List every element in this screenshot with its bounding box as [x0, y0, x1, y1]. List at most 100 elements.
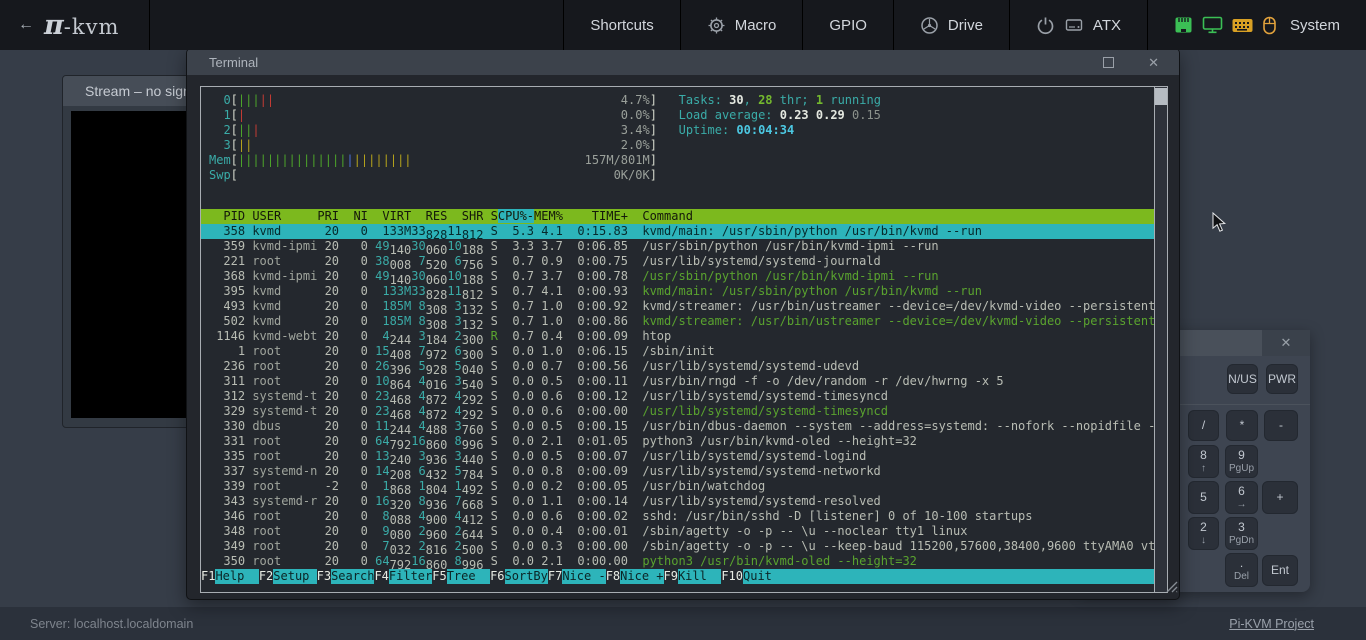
cell-user: root — [245, 479, 317, 494]
process-row[interactable]: 348root200908029602644S0.00.40:00.01/sbi… — [201, 524, 1154, 539]
numpad-key-enter[interactable]: Ent — [1262, 555, 1298, 586]
process-row[interactable]: 358kvmd200133M3382811812S5.34.10:15.83kv… — [201, 224, 1154, 239]
terminal-scrollbar[interactable] — [1154, 87, 1167, 592]
project-link[interactable]: Pi-KVM Project — [1229, 617, 1314, 631]
htop-function-bar: F1Help F2Setup F3SearchF4FilterF5Tree F6… — [201, 569, 1154, 584]
fkey-label[interactable]: SortBy — [505, 569, 548, 584]
process-row[interactable]: 236root2002639659285040S0.00.70:00.56/us… — [201, 359, 1154, 374]
cell-mem: 0.3 — [534, 539, 563, 554]
process-row[interactable]: 312systemd-t2002346848724292S0.00.60:00.… — [201, 389, 1154, 404]
col-time[interactable]: TIME+ — [563, 209, 628, 224]
col-mem[interactable]: MEM% — [534, 209, 563, 224]
col-pid[interactable]: PID — [209, 209, 245, 224]
nav-item-system[interactable]: System — [1147, 0, 1366, 50]
process-row[interactable]: 349root200703228162500S0.00.30:00.00/sbi… — [201, 539, 1154, 554]
fkey-label[interactable]: Nice + — [620, 569, 663, 584]
process-row[interactable]: 311root2001086440163540S0.00.50:00.11/us… — [201, 374, 1154, 389]
fkey-key[interactable]: F10 — [721, 569, 743, 584]
fkey-label[interactable]: Nice - — [562, 569, 605, 584]
numpad-key-minus[interactable]: - — [1264, 410, 1298, 441]
fkey-key[interactable]: F5 — [432, 569, 446, 584]
fkey-key[interactable]: F4 — [374, 569, 388, 584]
nav-item-macro[interactable]: Macro — [680, 0, 803, 50]
numpad-key-9[interactable]: 9PgUp — [1225, 445, 1258, 478]
cell-virt: 64792 — [368, 434, 411, 449]
numpad-key-5[interactable]: 5 — [1188, 481, 1219, 514]
process-row[interactable]: 1root2001540879726300S0.01.00:06.15/sbin… — [201, 344, 1154, 359]
back-arrow-icon[interactable]: ← — [18, 16, 34, 34]
fkey-label[interactable]: Search — [331, 569, 374, 584]
process-row[interactable]: 330dbus2001124444883760S0.00.50:00.15/us… — [201, 419, 1154, 434]
cell-status: S — [483, 419, 497, 434]
close-icon[interactable]: ✕ — [1262, 330, 1310, 356]
numpad-key-del[interactable]: .Del — [1225, 553, 1258, 587]
cpu-mem-meter: Swp[0K/0K] — [209, 168, 657, 183]
cpu-mem-meter: 0[|||||4.7%] — [209, 93, 657, 108]
numpad-key-8[interactable]: 8↑ — [1188, 445, 1219, 478]
cell-command: python3 /usr/bin/kvmd-oled --height=32 — [628, 554, 1154, 569]
process-row[interactable]: 335root2001324039363440S0.00.50:00.07/us… — [201, 449, 1154, 464]
numpad-key-power[interactable]: PWR — [1266, 364, 1298, 394]
fkey-label[interactable]: Kill — [678, 569, 721, 584]
fkey-label[interactable]: Filter — [389, 569, 432, 584]
process-row[interactable]: 331root20064792168608996S0.02.10:01.05py… — [201, 434, 1154, 449]
nav-item-gpio[interactable]: GPIO — [802, 0, 893, 50]
col-pri[interactable]: PRI — [317, 209, 339, 224]
col-virt[interactable]: VIRT — [368, 209, 411, 224]
fkey-label[interactable]: Help — [215, 569, 258, 584]
process-row[interactable]: 368kvmd-ipmi200491403006010188S0.73.70:0… — [201, 269, 1154, 284]
nav-item-drive[interactable]: Drive — [893, 0, 1009, 50]
process-row[interactable]: 1146kvmd-webt200424431842300R0.70.40:00.… — [201, 329, 1154, 344]
meter-bar: | — [375, 153, 382, 167]
table-header-row[interactable]: PIDUSERPRINIVIRTRESSHRSCPU%-MEM%TIME+Com… — [201, 209, 1154, 224]
nav-item-shortcuts[interactable]: Shortcuts — [563, 0, 679, 50]
cell-cpu: 0.0 — [498, 524, 534, 539]
fkey-key[interactable]: F7 — [548, 569, 562, 584]
process-row[interactable]: 493kvmd200185M83083132S0.71.00:00.92kvmd… — [201, 299, 1154, 314]
process-row[interactable]: 359kvmd-ipmi200491403006010188S3.33.70:0… — [201, 239, 1154, 254]
fkey-key[interactable]: F2 — [259, 569, 273, 584]
fkey-key[interactable]: F1 — [201, 569, 215, 584]
col-ni[interactable]: NI — [339, 209, 368, 224]
close-icon[interactable]: ✕ — [1148, 57, 1159, 68]
col-shr[interactable]: SHR — [447, 209, 483, 224]
fkey-key[interactable]: F6 — [490, 569, 504, 584]
resize-grip-icon[interactable] — [1165, 580, 1178, 598]
col-cmd[interactable]: Command — [628, 209, 1154, 224]
terminal-window-header[interactable]: Terminal ✕ — [187, 49, 1179, 75]
fkey-key[interactable]: F9 — [664, 569, 678, 584]
pikvm-screen: { "navbar": { "back_arrow": "←", "logo":… — [0, 0, 1366, 640]
process-row[interactable]: 339root-20186818041492S0.00.20:00.05/usr… — [201, 479, 1154, 494]
nav-item-atx[interactable]: ATX — [1009, 0, 1147, 50]
col-res[interactable]: RES — [411, 209, 447, 224]
col-s[interactable]: S — [483, 209, 497, 224]
numpad-key-6[interactable]: 6→ — [1225, 481, 1258, 514]
process-row[interactable]: 337systemd-n2001420864325784S0.00.80:00.… — [201, 464, 1154, 479]
numpad-key-slash[interactable]: / — [1188, 410, 1219, 441]
logo-area[interactable]: ← π-kvm — [0, 0, 150, 50]
process-row[interactable]: 350root20064792168608996S0.02.10:00.00py… — [201, 554, 1154, 569]
fkey-label[interactable]: Quit — [743, 569, 786, 584]
numpad-key-star[interactable]: * — [1226, 410, 1258, 441]
process-row[interactable]: 329systemd-t2002346848724292S0.00.60:00.… — [201, 404, 1154, 419]
cell-status: S — [483, 254, 497, 269]
cell-pid: 335 — [209, 449, 245, 464]
scrollbar-thumb[interactable] — [1155, 88, 1167, 105]
numpad-key-2[interactable]: 2↓ — [1188, 517, 1219, 550]
numpad-key-numlock[interactable]: N/US — [1227, 364, 1258, 394]
process-row[interactable]: 221root2003800875206756S0.70.90:00.75/us… — [201, 254, 1154, 269]
maximize-icon[interactable] — [1103, 57, 1114, 68]
numpad-key-3[interactable]: 3PgDn — [1225, 517, 1258, 550]
fkey-key[interactable]: F3 — [317, 569, 331, 584]
col-user[interactable]: USER — [245, 209, 317, 224]
fkey-label[interactable]: Tree — [447, 569, 490, 584]
cell-pri: 20 — [317, 389, 339, 404]
process-row[interactable]: 343systemd-r2001632089367668S0.01.10:00.… — [201, 494, 1154, 509]
process-row[interactable]: 502kvmd200185M83083132S0.71.00:00.86kvmd… — [201, 314, 1154, 329]
numpad-key-plus[interactable]: + — [1262, 481, 1298, 514]
process-row[interactable]: 346root200808849004412S0.00.60:00.02sshd… — [201, 509, 1154, 524]
process-row[interactable]: 395kvmd200133M3382811812S0.74.10:00.93kv… — [201, 284, 1154, 299]
fkey-label[interactable]: Setup — [273, 569, 316, 584]
fkey-key[interactable]: F8 — [606, 569, 620, 584]
col-cpu-sort[interactable]: CPU%- — [498, 209, 534, 224]
